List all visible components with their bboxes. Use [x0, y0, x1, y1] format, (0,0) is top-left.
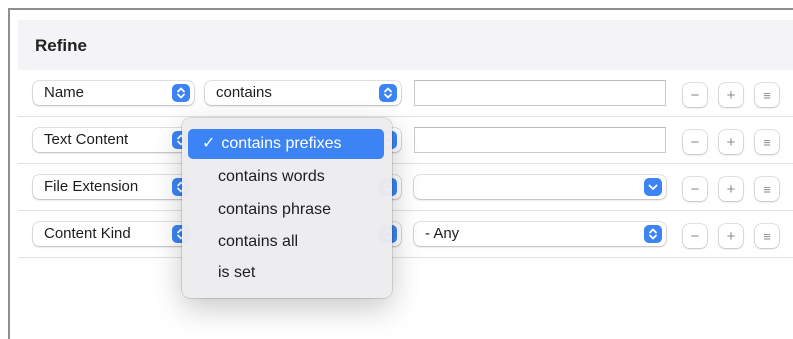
menu-item-contains-prefixes[interactable]: ✓ contains prefixes — [188, 129, 384, 159]
remove-criteria-button[interactable]: − — [683, 130, 707, 154]
list-icon: ≡ — [763, 134, 771, 150]
attribute-label: Content Kind — [44, 225, 131, 242]
menu-item-label: is set — [218, 264, 256, 281]
operator-dropdown-menu: ✓ contains prefixes contains words contai… — [182, 118, 392, 298]
criteria-row-content-kind: Content Kind - Any − + ≡ — [18, 211, 793, 258]
attribute-popup[interactable]: Content Kind — [33, 222, 194, 246]
value-combo-box[interactable] — [414, 175, 666, 199]
add-criteria-button[interactable]: + — [719, 130, 743, 154]
minus-icon: − — [690, 133, 700, 151]
add-criteria-button[interactable]: + — [719, 83, 743, 107]
menu-item-label: contains all — [218, 233, 299, 250]
menu-item-is-set[interactable]: is set — [188, 258, 384, 288]
remove-criteria-button[interactable]: − — [683, 224, 707, 248]
menu-item-contains-phrase[interactable]: contains phrase — [188, 195, 384, 225]
attribute-label: Text Content — [44, 131, 129, 148]
list-icon: ≡ — [763, 181, 771, 197]
popup-stepper-icon — [172, 84, 190, 102]
operator-popup[interactable]: contains — [205, 81, 401, 105]
menu-item-label: contains prefixes — [221, 135, 342, 152]
criteria-options-button[interactable]: ≡ — [755, 177, 779, 201]
criteria-options-button[interactable]: ≡ — [755, 83, 779, 107]
value-text-field[interactable] — [414, 127, 666, 153]
criteria-row-file-extension: File Extension − + ≡ — [18, 164, 793, 211]
chevron-down-icon[interactable] — [644, 178, 662, 196]
menu-item-label: contains words — [218, 168, 325, 185]
popup-stepper-icon — [379, 84, 397, 102]
minus-icon: − — [690, 86, 700, 104]
attribute-popup[interactable]: Text Content — [33, 128, 194, 152]
attribute-popup[interactable]: Name — [33, 81, 194, 105]
plus-icon: + — [726, 180, 736, 198]
add-criteria-button[interactable]: + — [719, 224, 743, 248]
attribute-label: File Extension — [44, 178, 139, 195]
operator-label: contains — [216, 84, 272, 101]
list-icon: ≡ — [763, 228, 771, 244]
plus-icon: + — [726, 133, 736, 151]
menu-item-contains-words[interactable]: contains words — [188, 162, 384, 192]
value-text-field[interactable] — [414, 80, 666, 106]
criteria-options-button[interactable]: ≡ — [755, 130, 779, 154]
page-title: Refine — [35, 36, 87, 55]
menu-item-label: contains phrase — [218, 201, 331, 218]
criteria-row-name: Name contains − + ≡ — [18, 70, 793, 117]
add-criteria-button[interactable]: + — [719, 177, 743, 201]
plus-icon: + — [726, 86, 736, 104]
refine-header: Refine — [18, 20, 793, 70]
popup-stepper-icon — [644, 225, 662, 243]
attribute-label: Name — [44, 84, 85, 101]
list-icon: ≡ — [763, 87, 771, 103]
criteria-options-button[interactable]: ≡ — [755, 224, 779, 248]
remove-criteria-button[interactable]: − — [683, 83, 707, 107]
criteria-row-text-content: Text Content − + ≡ — [18, 117, 793, 164]
minus-icon: − — [690, 227, 700, 245]
value-label: - Any — [425, 225, 460, 242]
value-popup[interactable]: - Any — [414, 222, 666, 246]
menu-item-contains-all[interactable]: contains all — [188, 227, 384, 257]
minus-icon: − — [690, 180, 700, 198]
remove-criteria-button[interactable]: − — [683, 177, 707, 201]
plus-icon: + — [726, 227, 736, 245]
checkmark-icon: ✓ — [202, 135, 216, 152]
attribute-popup[interactable]: File Extension — [33, 175, 194, 199]
